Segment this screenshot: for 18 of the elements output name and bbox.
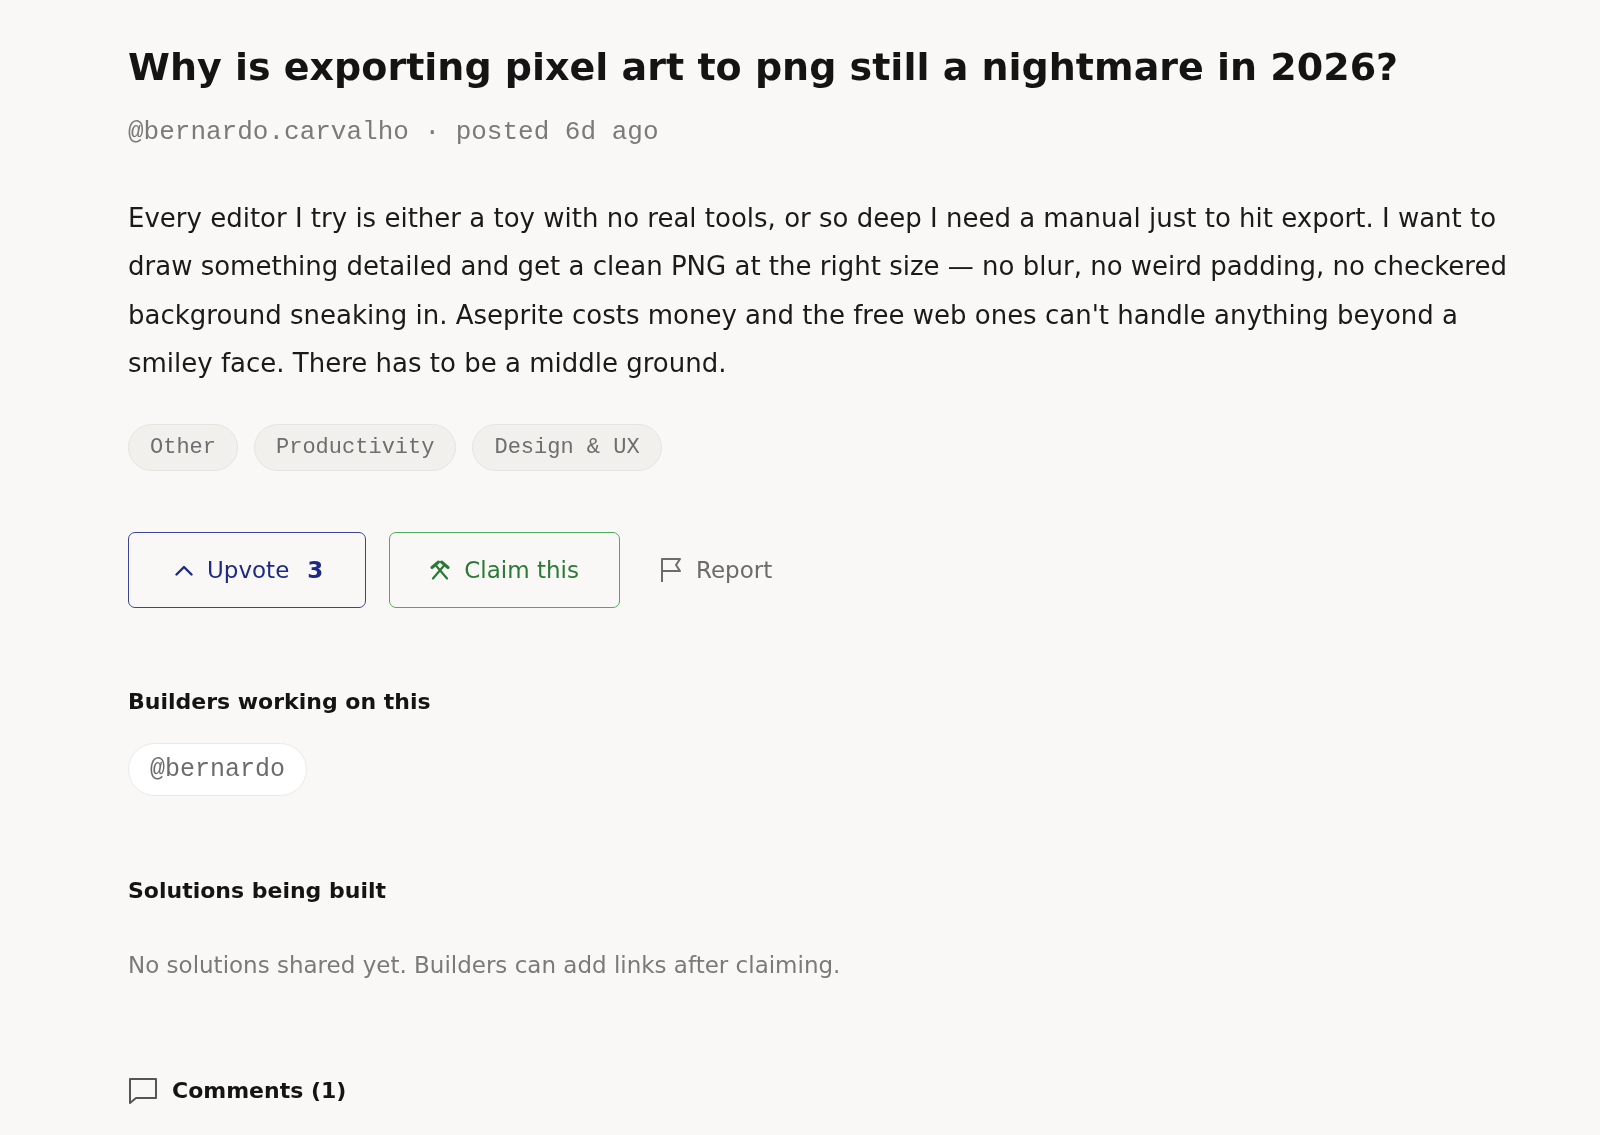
empty-state-text: No solutions shared yet. Builders can add links after claiming. bbox=[128, 951, 842, 980]
section-heading: Solutions being built bbox=[128, 877, 388, 906]
upvote-button[interactable]: Upvote 3 bbox=[128, 532, 367, 609]
speech-bubble-icon bbox=[128, 1077, 158, 1106]
section-heading: Builders working on this bbox=[128, 688, 432, 717]
chevron-up-icon bbox=[175, 564, 193, 576]
tag-chip[interactable]: Design & UX bbox=[472, 424, 662, 472]
report-button[interactable]: Report bbox=[642, 532, 790, 609]
post-title: Why is exporting pixel art to png still a nightmare in 2026? bbox=[128, 44, 1400, 91]
comments-heading: Comments (1) bbox=[172, 1077, 347, 1106]
tag-chip[interactable]: Productivity bbox=[254, 424, 457, 472]
post-meta: @bernardo.carvalho · posted 6d ago bbox=[128, 117, 660, 147]
tag-chip[interactable]: Other bbox=[128, 424, 238, 472]
claim-button[interactable]: Claim this bbox=[389, 532, 620, 609]
flag-icon bbox=[659, 557, 682, 584]
builder-chip[interactable]: @bernardo bbox=[128, 743, 308, 797]
crossed-hammers-icon bbox=[430, 560, 451, 581]
post-body: Every editor I try is either a toy with no real tools, or so deep I need a manual just to hit export. I want to draw something detailed and get a clean PNG at the right size — no blur, no weird padding, no checkered background sneaking in. Aseprite costs money and the free web ones can't handle anything beyond a smiley face. There has to be a middle ground. bbox=[128, 202, 1508, 380]
